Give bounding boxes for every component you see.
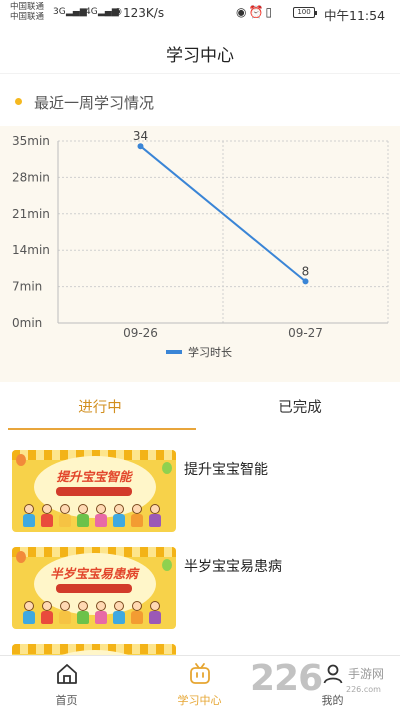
watermark-site-name: 手游网 [348, 667, 385, 681]
carrier-labels: 中国联通 中国联通 [10, 2, 44, 22]
net-type-1: 3G [53, 7, 66, 17]
net-type-2: 4G [85, 7, 98, 17]
course-thumbnail: 提升宝宝智能 [12, 450, 176, 532]
status-bar: 中国联通 中国联通 3G ▂▄▆ 4G ▂▄▆ ◉ 123K/s ◉⏰▯ 100… [0, 0, 400, 28]
wifi-icon: ◉ [114, 7, 122, 17]
nav-home[interactable]: 首页 [0, 656, 133, 711]
children-illustration [18, 502, 170, 528]
nav-label: 学习中心 [177, 694, 222, 707]
eye-icon: ◉ [236, 5, 249, 19]
thumbnail-tag [56, 584, 132, 593]
nav-study[interactable]: 学习中心 [133, 656, 266, 711]
title-bar: 学习中心 [0, 28, 400, 74]
tab-in-progress[interactable]: 进行中 [0, 386, 200, 432]
balloon-icon [16, 551, 26, 563]
tab-completed[interactable]: 已完成 [200, 386, 400, 432]
data-point [302, 278, 309, 285]
course-thumbnail: 半岁宝宝易患病 [12, 547, 176, 629]
system-icons: ◉⏰▯ [236, 5, 274, 19]
watermark-number: 226 [250, 658, 323, 699]
course-title: 半岁宝宝易患病 [184, 559, 282, 575]
home-icon [57, 664, 77, 684]
section-header: 最近一周学习情况 [0, 74, 400, 126]
data-point [137, 143, 144, 150]
chart-svg: 0min 7min 14min 21min 28min 35min 09-26 09-27 34… [12, 129, 389, 359]
page-title: 学习中心 [166, 46, 234, 66]
data-label: 34 [133, 129, 148, 143]
y-tick-label: 14min [12, 243, 50, 257]
legend-label: 学习时长 [188, 345, 232, 359]
thumbnail-title: 提升宝宝智能 [56, 469, 132, 484]
legend-swatch [166, 350, 182, 354]
network-speed: 123K/s [123, 6, 165, 20]
status-tabs: 进行中 已完成 [0, 386, 400, 432]
thumbnail-tag [56, 487, 132, 496]
y-tick-label: 7min [12, 280, 42, 294]
y-tick-label: 21min [12, 207, 50, 221]
signal-icon-1: ▂▄▆ [66, 7, 87, 17]
battery-icon: 100 [293, 7, 317, 18]
y-tick-label: 28min [12, 170, 50, 184]
site-watermark: 226 手游网 226.com [250, 658, 400, 708]
study-icon [190, 663, 210, 684]
y-tick-label: 0min [12, 316, 42, 330]
children-illustration [18, 599, 170, 625]
balloon-icon [16, 454, 26, 466]
vibrate-icon: ▯ [265, 5, 275, 19]
section-title: 最近一周学习情况 [34, 94, 155, 112]
thumbnail-title: 半岁宝宝易患病 [50, 566, 138, 581]
x-tick-label: 09-27 [288, 326, 323, 340]
carrier-2: 中国联通 [10, 12, 45, 22]
nav-label: 首页 [55, 694, 78, 707]
status-time: 中午11:54 [324, 8, 386, 23]
alarm-icon: ⏰ [248, 5, 266, 19]
course-title: 提升宝宝智能 [184, 462, 268, 478]
y-tick-label: 35min [12, 134, 50, 148]
course-item[interactable]: 半岁宝宝易患病 半岁宝宝易患病 [0, 537, 400, 635]
bullet-dot-icon [15, 98, 22, 105]
data-label: 8 [302, 264, 310, 278]
course-item[interactable]: 提升宝宝智能 提升宝宝智能 [0, 440, 400, 538]
watermark-domain: 226.com [346, 685, 381, 694]
carrier-1: 中国联通 [10, 2, 45, 12]
active-tab-indicator [8, 428, 196, 430]
study-time-chart: 0min 7min 14min 21min 28min 35min 09-26 09-27 34… [0, 126, 400, 382]
x-tick-label: 09-26 [123, 326, 158, 340]
